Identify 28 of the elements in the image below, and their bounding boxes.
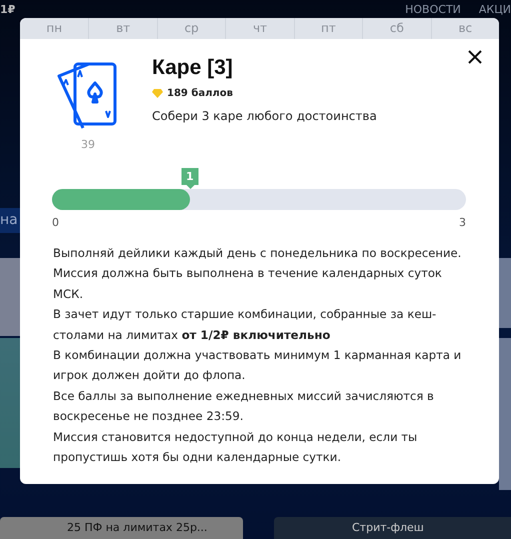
- rule-text: Миссия становится недоступной до конца недели, если ты пропустишь хотя бы одни календарные сутки.: [53, 428, 418, 466]
- balance-text: 1₽: [0, 2, 16, 16]
- section-label: на: [0, 208, 20, 233]
- count-text: 39: [81, 138, 95, 151]
- mission-card[interactable]: Стрит-флеш: [274, 517, 511, 539]
- rule-text: Выполняй дейлики каждый день с понедельника по воскресение.: [53, 245, 462, 262]
- max-value: 3: [459, 216, 466, 229]
- weekday-tab[interactable]: вс: [430, 18, 499, 39]
- rule-text: Все баллы за выполнение ежедневных миссий зачисляются в воскресенье не позднее 23:59.: [53, 388, 435, 426]
- mission-title: Каре [3]: [152, 56, 234, 80]
- weekday-tab[interactable]: ср: [156, 18, 226, 39]
- min-value: 0: [52, 216, 59, 229]
- card-background: [499, 258, 511, 328]
- diamond-icon: [152, 89, 163, 98]
- points-text: 189 баллов: [167, 88, 233, 99]
- rule-text: В комбинации должна участвовать минимум 1 карманная карта и игрок должен дойти до флопа.: [53, 347, 462, 384]
- close-button[interactable]: [467, 49, 483, 65]
- rule-text: Миссия должна быть выполнена в течение календарных суток МСК.: [53, 265, 443, 303]
- rule-text: В зачет идут только старшие комбинации, собранные за кеш-столами на лимитах от 1/2₽ включительно: [53, 306, 438, 344]
- weekday-tab[interactable]: пн: [20, 18, 88, 39]
- nav-link[interactable]: НОВОСТИ: [405, 2, 461, 16]
- weekday-tab[interactable]: пт: [294, 18, 362, 39]
- weekday-tab[interactable]: вт: [88, 18, 157, 39]
- weekday-tab[interactable]: сб: [362, 18, 431, 39]
- weekday-tab[interactable]: чт: [225, 18, 294, 39]
- mission-description: Собери 3 каре любого достоинства: [152, 109, 377, 123]
- mission-card[interactable]: 25 ПФ на лимитах 25р...: [0, 517, 243, 539]
- nav-link[interactable]: АКЦИ: [478, 2, 511, 16]
